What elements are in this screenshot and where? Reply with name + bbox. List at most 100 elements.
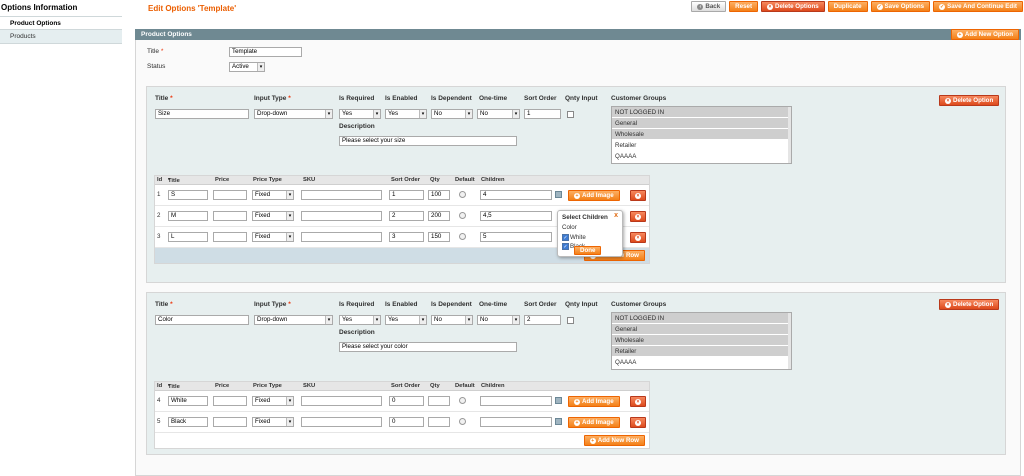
delete-row-button[interactable]: × [630, 417, 646, 428]
template-title-input[interactable]: Template [229, 47, 302, 57]
is-enabled-select[interactable]: Yes ▾ [385, 315, 427, 325]
tab-product-options[interactable]: Product Options [0, 16, 122, 30]
add-image-button[interactable]: + Add Image [568, 396, 620, 407]
delete-option-button[interactable]: × Delete Option [939, 299, 1000, 310]
row-children-input[interactable]: 4,5 [480, 211, 552, 221]
row-sort-input[interactable]: 0 [389, 417, 424, 427]
qnty-input-checkbox[interactable] [567, 317, 574, 324]
delete-options-button[interactable]: × Delete Options [761, 1, 825, 12]
row-title-input[interactable]: Black [168, 417, 208, 427]
description-input[interactable]: Please select your color [339, 342, 517, 352]
qnty-input-checkbox[interactable] [567, 111, 574, 118]
is-dependent-select[interactable]: No ▾ [431, 109, 473, 119]
row-sort-input[interactable]: 0 [389, 396, 424, 406]
list-item[interactable]: Retailer [612, 140, 791, 151]
row-title-input[interactable]: M [168, 211, 208, 221]
is-dependent-select[interactable]: No ▾ [431, 315, 473, 325]
row-qty-input[interactable] [428, 417, 450, 427]
row-sort-input[interactable]: 2 [389, 211, 424, 221]
list-item[interactable]: General [612, 324, 791, 335]
input-type-select[interactable]: Drop-down ▾ [254, 315, 333, 325]
list-item[interactable]: General [612, 118, 791, 129]
row-default-radio[interactable] [459, 212, 466, 219]
list-item[interactable]: Wholesale [612, 335, 791, 346]
delete-row-button[interactable]: × [630, 211, 646, 222]
input-type-select[interactable]: Drop-down ▾ [254, 109, 333, 119]
select-children-icon[interactable] [555, 397, 562, 404]
save-continue-button[interactable]: ✓ Save And Continue Edit [933, 1, 1023, 12]
duplicate-button[interactable]: Duplicate [827, 1, 868, 12]
one-time-select[interactable]: No ▾ [477, 109, 520, 119]
row-sku-input[interactable] [301, 190, 382, 200]
add-image-button[interactable]: + Add Image [568, 417, 620, 428]
close-icon[interactable]: x [614, 212, 618, 219]
row-price-type-select[interactable]: Fixed ▾ [252, 211, 294, 221]
option-title-input[interactable]: Color [155, 315, 249, 325]
row-title-input[interactable]: L [168, 232, 208, 242]
back-button[interactable]: ‹ Back [691, 1, 727, 12]
add-new-row-button[interactable]: +Add New Row [583, 435, 645, 446]
is-required-select[interactable]: Yes ▾ [339, 315, 381, 325]
row-sku-input[interactable] [301, 211, 382, 221]
add-new-option-button[interactable]: + Add New Option [950, 29, 1019, 40]
row-price-type-select[interactable]: Fixed ▾ [252, 232, 294, 242]
row-sort-input[interactable]: 3 [389, 232, 424, 242]
row-price-type-select[interactable]: Fixed ▾ [252, 417, 294, 427]
row-sku-input[interactable] [301, 232, 382, 242]
option-title-input[interactable]: Size [155, 109, 249, 119]
add-image-button[interactable]: + Add Image [568, 190, 620, 201]
list-item[interactable]: QAAAA [612, 357, 791, 368]
delete-row-button[interactable]: × [630, 232, 646, 243]
row-default-radio[interactable] [459, 397, 466, 404]
row-sort-input[interactable]: 1 [389, 190, 424, 200]
customer-groups-list[interactable]: NOT LOGGED IN General Wholesale Retailer… [611, 106, 792, 164]
row-default-radio[interactable] [459, 418, 466, 425]
delete-row-button[interactable]: × [630, 396, 646, 407]
row-price-input[interactable] [213, 232, 247, 242]
one-time-select[interactable]: No ▾ [477, 315, 520, 325]
row-qty-input[interactable]: 100 [428, 190, 450, 200]
is-required-select[interactable]: Yes ▾ [339, 109, 381, 119]
status-select[interactable]: Active ▾ [229, 62, 265, 72]
select-children-icon[interactable] [555, 418, 562, 425]
row-default-radio[interactable] [459, 191, 466, 198]
row-qty-input[interactable]: 150 [428, 232, 450, 242]
list-item[interactable]: Wholesale [612, 129, 791, 140]
white-checkbox[interactable]: ✓ [562, 234, 569, 241]
row-qty-input[interactable] [428, 396, 450, 406]
row-price-input[interactable] [213, 190, 247, 200]
row-title-input[interactable]: S [168, 190, 208, 200]
list-item[interactable]: QAAAA [612, 151, 791, 162]
row-price-input[interactable] [213, 417, 247, 427]
row-sku-input[interactable] [301, 396, 382, 406]
row-title-input[interactable]: White [168, 396, 208, 406]
row-sku-input[interactable] [301, 417, 382, 427]
row-price-input[interactable] [213, 396, 247, 406]
row-default-radio[interactable] [459, 233, 466, 240]
row-price-type-select[interactable]: Fixed ▾ [252, 190, 294, 200]
row-price-type-select[interactable]: Fixed ▾ [252, 396, 294, 406]
row-qty-input[interactable]: 200 [428, 211, 450, 221]
row-children-input[interactable] [480, 417, 552, 427]
reset-button[interactable]: Reset [729, 1, 759, 12]
row-children-input[interactable]: 4 [480, 190, 552, 200]
done-button[interactable]: Done [574, 246, 602, 255]
sort-order-input[interactable]: 2 [524, 315, 561, 325]
row-children-input[interactable] [480, 396, 552, 406]
list-item[interactable]: NOT LOGGED IN [612, 313, 791, 324]
select-children-icon[interactable] [555, 191, 562, 198]
row-price-input[interactable] [213, 211, 247, 221]
description-input[interactable]: Please select your size [339, 136, 517, 146]
list-item[interactable]: NOT LOGGED IN [612, 107, 791, 118]
delete-row-button[interactable]: × [630, 190, 646, 201]
save-options-button[interactable]: ✓ Save Options [870, 1, 931, 12]
tab-products[interactable]: Products [0, 30, 122, 44]
customer-groups-list[interactable]: NOT LOGGED IN General Wholesale Retailer… [611, 312, 792, 370]
is-enabled-select[interactable]: Yes ▾ [385, 109, 427, 119]
scrollbar[interactable] [788, 107, 791, 163]
scrollbar[interactable] [788, 313, 791, 369]
sort-order-input[interactable]: 1 [524, 109, 561, 119]
list-item[interactable]: Retailer [612, 346, 791, 357]
delete-option-button[interactable]: × Delete Option [939, 95, 1000, 106]
row-children-input[interactable]: 5 [480, 232, 552, 242]
